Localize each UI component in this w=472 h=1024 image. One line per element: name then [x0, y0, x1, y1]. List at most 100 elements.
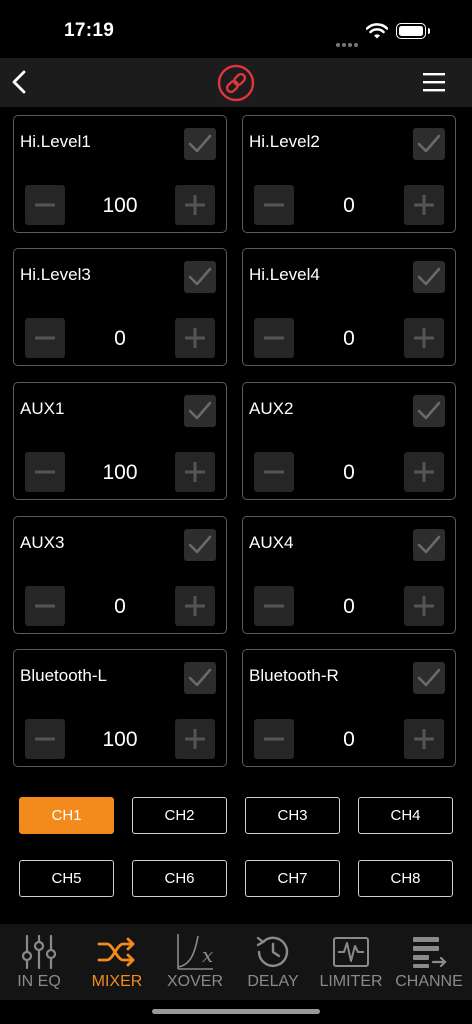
- tab-channe[interactable]: CHANNE: [390, 924, 468, 1000]
- decrease-button[interactable]: [25, 185, 65, 225]
- plus-icon: [185, 729, 205, 749]
- tab-label: LIMITER: [319, 973, 383, 990]
- decrease-button[interactable]: [254, 318, 294, 358]
- increase-button[interactable]: [404, 318, 444, 358]
- channel-enable-checkbox[interactable]: [413, 261, 445, 293]
- checkmark-icon: [417, 267, 441, 286]
- channel-card: Bluetooth-R 0: [242, 649, 456, 767]
- checkmark-icon: [188, 401, 212, 420]
- decrease-button[interactable]: [254, 185, 294, 225]
- checkmark-icon: [188, 535, 212, 554]
- clock-icon: [256, 936, 289, 967]
- channel-enable-checkbox[interactable]: [413, 529, 445, 561]
- increase-button[interactable]: [404, 452, 444, 492]
- channel-enable-checkbox[interactable]: [184, 395, 216, 427]
- link-icon[interactable]: [217, 64, 255, 102]
- plus-icon: [414, 462, 434, 482]
- checkmark-icon: [188, 668, 212, 687]
- tab-label: XOVER: [166, 973, 223, 990]
- decrease-button[interactable]: [254, 452, 294, 492]
- output-channel-button-ch5[interactable]: CH5: [19, 860, 114, 897]
- checkmark-icon: [188, 267, 212, 286]
- minus-icon: [35, 336, 55, 340]
- decrease-button[interactable]: [25, 452, 65, 492]
- channel-value: 0: [114, 595, 126, 618]
- decrease-button[interactable]: [25, 586, 65, 626]
- checkmark-icon: [417, 401, 441, 420]
- output-channel-button-ch2[interactable]: CH2: [132, 797, 227, 834]
- channel-enable-checkbox[interactable]: [413, 395, 445, 427]
- increase-button[interactable]: [175, 185, 215, 225]
- channel-card: AUX1 100: [13, 382, 227, 500]
- channel-label: Hi.Level2: [249, 132, 320, 151]
- channel-value: 100: [102, 461, 138, 484]
- increase-button[interactable]: [175, 318, 215, 358]
- increase-button[interactable]: [404, 586, 444, 626]
- tab-delay[interactable]: DELAY: [234, 924, 312, 1000]
- channel-enable-checkbox[interactable]: [184, 128, 216, 160]
- output-channel-button-ch3[interactable]: CH3: [245, 797, 340, 834]
- channel-label: AUX4: [249, 533, 294, 552]
- channel-card: Hi.Level1 100: [13, 115, 227, 233]
- minus-icon: [35, 470, 55, 474]
- minus-icon: [264, 737, 284, 741]
- channel-label: AUX2: [249, 399, 294, 418]
- waveform-icon: [333, 937, 369, 967]
- channel-value: 0: [343, 327, 355, 350]
- back-icon[interactable]: [8, 68, 32, 96]
- channel-enable-checkbox[interactable]: [184, 529, 216, 561]
- plus-icon: [414, 596, 434, 616]
- plus-icon: [414, 729, 434, 749]
- tab-bar: IN EQ MIXER x XOVER DELAY LIMITER CHANNE: [0, 924, 472, 1000]
- battery-icon: [396, 23, 430, 39]
- decrease-button[interactable]: [254, 586, 294, 626]
- channel-value: 100: [102, 194, 138, 217]
- home-indicator: [152, 1009, 320, 1014]
- channel-label: Bluetooth-L: [20, 666, 107, 685]
- output-channel-button-ch6[interactable]: CH6: [132, 860, 227, 897]
- decrease-button[interactable]: [25, 719, 65, 759]
- sliders-icon: [21, 934, 57, 970]
- increase-button[interactable]: [175, 586, 215, 626]
- channel-value: 0: [114, 327, 126, 350]
- tab-label: DELAY: [247, 973, 299, 990]
- home-area: [0, 1000, 472, 1024]
- channel-icon: [413, 937, 447, 968]
- wifi-icon: [366, 23, 388, 39]
- output-channel-button-ch4[interactable]: CH4: [358, 797, 453, 834]
- channel-card: Hi.Level2 0: [242, 115, 456, 233]
- channel-enable-checkbox[interactable]: [184, 662, 216, 694]
- channel-card: Hi.Level3 0: [13, 248, 227, 366]
- plus-icon: [185, 195, 205, 215]
- checkmark-icon: [188, 134, 212, 153]
- increase-button[interactable]: [175, 719, 215, 759]
- channel-card: AUX2 0: [242, 382, 456, 500]
- increase-button[interactable]: [404, 719, 444, 759]
- status-time: 17:19: [64, 20, 115, 41]
- svg-text:x: x: [202, 943, 213, 967]
- tab-mixer[interactable]: MIXER: [78, 924, 156, 1000]
- tab-in-eq[interactable]: IN EQ: [0, 924, 78, 1000]
- increase-button[interactable]: [175, 452, 215, 492]
- channel-value: 100: [102, 728, 138, 751]
- menu-icon[interactable]: [422, 71, 446, 93]
- nav-bar: [0, 58, 472, 107]
- plus-icon: [185, 596, 205, 616]
- channel-value: 0: [343, 194, 355, 217]
- channel-label: Hi.Level4: [249, 265, 320, 284]
- minus-icon: [264, 470, 284, 474]
- output-channel-button-ch7[interactable]: CH7: [245, 860, 340, 897]
- decrease-button[interactable]: [25, 318, 65, 358]
- channel-enable-checkbox[interactable]: [413, 128, 445, 160]
- minus-icon: [264, 336, 284, 340]
- increase-button[interactable]: [404, 185, 444, 225]
- tab-limiter[interactable]: LIMITER: [312, 924, 390, 1000]
- channel-enable-checkbox[interactable]: [413, 662, 445, 694]
- status-bar: 17:19: [0, 0, 472, 58]
- channel-card: AUX3 0: [13, 516, 227, 634]
- output-channel-button-ch1[interactable]: CH1: [19, 797, 114, 834]
- channel-enable-checkbox[interactable]: [184, 261, 216, 293]
- tab-xover[interactable]: x XOVER: [156, 924, 234, 1000]
- decrease-button[interactable]: [254, 719, 294, 759]
- output-channel-button-ch8[interactable]: CH8: [358, 860, 453, 897]
